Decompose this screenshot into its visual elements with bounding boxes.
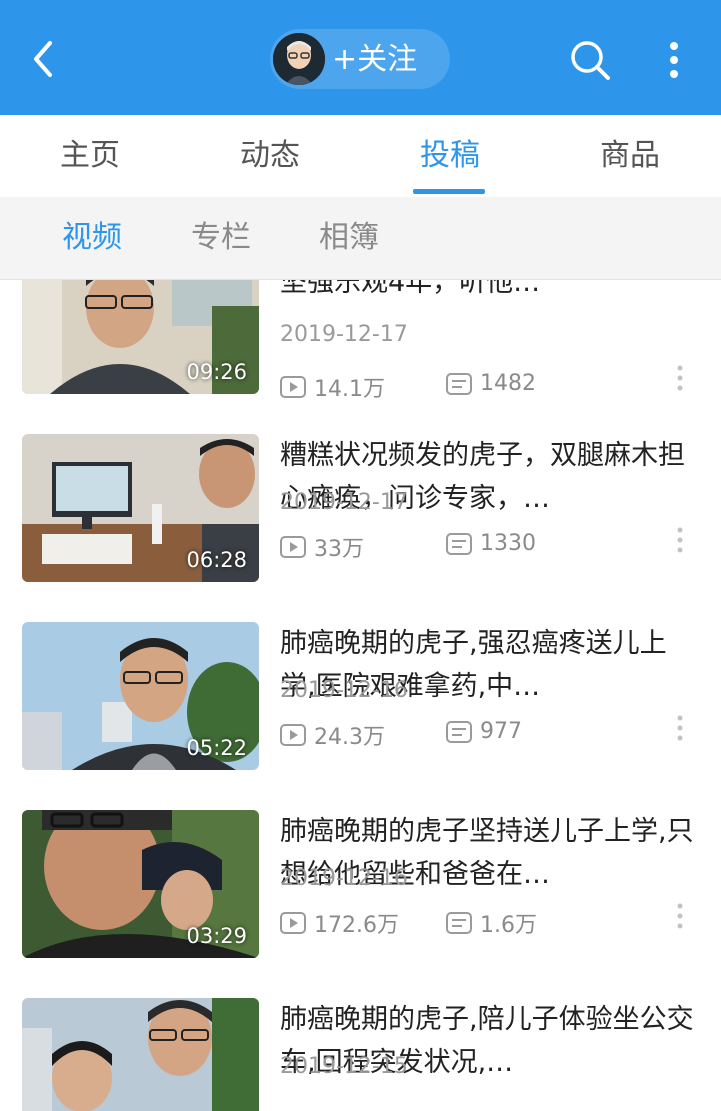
video-title[interactable]: 肺癌晚期的虎子，讲述患癌的经历坚强乐观4年，听他… [280,280,700,304]
search-icon [571,41,610,80]
view-count-value: 172.6万 [314,913,399,938]
video-duration: 06:28 [186,548,247,572]
main-tabs: 主页 动态 投稿 商品 [0,115,721,198]
video-duration: 03:29 [186,924,247,948]
video-date: 2019-12-16 [280,866,408,891]
tab-submissions[interactable]: 投稿 [360,115,540,197]
danmaku-icon [446,532,472,555]
play-count-icon [280,376,306,398]
comment-count-value: 1330 [480,531,536,556]
video-row[interactable]: 03:29 肺癌晚期的虎子坚持送儿子上学,只想给他留些和爸爸在… 2019-12… [0,790,721,979]
active-tab-indicator [413,189,485,194]
play-count-icon [280,912,306,934]
video-date: 2019-12-15 [280,1054,408,1079]
video-more-icon[interactable] [670,360,690,400]
top-bar: +关注 [0,0,721,115]
video-date: 2019-12-16 [280,678,408,703]
danmaku-icon [446,720,472,743]
video-duration: 05:22 [186,736,247,760]
danmaku-icon [446,372,472,395]
video-more-icon[interactable] [670,710,690,750]
video-row[interactable]: 肺癌晚期的虎子,陪儿子体验坐公交车,回程突发状况,… 2019-12-15 [0,978,721,1111]
thumbnail-image [22,998,259,1111]
video-thumbnail[interactable]: 09:26 [22,280,259,394]
comment-count: 1482 [446,371,536,396]
vertical-dots-icon [670,42,678,78]
tab-dynamics[interactable]: 动态 [180,115,360,197]
play-count-icon [280,536,306,558]
video-row[interactable]: 09:26 肺癌晚期的虎子，讲述患癌的经历坚强乐观4年，听他… 2019-12-… [0,280,721,415]
video-date: 2019-12-17 [280,490,408,515]
video-more-icon[interactable] [670,522,690,562]
avatar[interactable] [273,33,325,85]
video-thumbnail[interactable]: 03:29 [22,810,259,958]
view-count: 33万 [280,531,364,563]
comment-count-value: 1482 [480,371,536,396]
tab-shop[interactable]: 商品 [540,115,720,197]
subtab-albums[interactable]: 相簿 [319,197,379,279]
follow-button-label[interactable]: +关注 [332,38,417,82]
chevron-left-icon [34,41,52,77]
back-button[interactable] [20,36,66,82]
video-thumbnail[interactable]: 06:28 [22,434,259,582]
video-list[interactable]: 09:26 肺癌晚期的虎子，讲述患癌的经历坚强乐观4年，听他… 2019-12-… [0,280,721,1111]
comment-count-value: 1.6万 [480,913,537,938]
comment-count: 1.6万 [446,907,537,939]
danmaku-icon [446,912,472,934]
view-count: 14.1万 [280,371,385,403]
video-thumbnail[interactable]: 05:22 [22,622,259,770]
subtab-videos[interactable]: 视频 [62,197,122,279]
view-count: 24.3万 [280,719,385,751]
comment-count: 1330 [446,531,536,556]
search-button[interactable] [566,36,614,84]
tab-home[interactable]: 主页 [0,115,180,197]
more-button[interactable] [658,36,690,84]
view-count-value: 14.1万 [314,377,385,402]
sub-tabs: 视频 专栏 相簿 [0,197,721,280]
video-more-icon[interactable] [670,898,690,938]
view-count-value: 33万 [314,537,364,562]
comment-count-value: 977 [480,719,522,744]
comment-count: 977 [446,719,522,744]
subtab-columns[interactable]: 专栏 [191,197,251,279]
view-count-value: 24.3万 [314,725,385,750]
video-duration: 09:26 [186,360,247,384]
video-thumbnail[interactable] [22,998,259,1111]
play-count-icon [280,724,306,746]
video-row[interactable]: 06:28 糟糕状况频发的虎子，双腿麻木担心瘫痪，问诊专家，… 2019-12-… [0,414,721,603]
avatar-illustration [273,33,325,85]
video-row[interactable]: 05:22 肺癌晚期的虎子,强忍癌疼送儿上学,医院艰难拿药,中… 2019-12… [0,602,721,791]
view-count: 172.6万 [280,907,399,939]
video-date: 2019-12-17 [280,322,408,347]
